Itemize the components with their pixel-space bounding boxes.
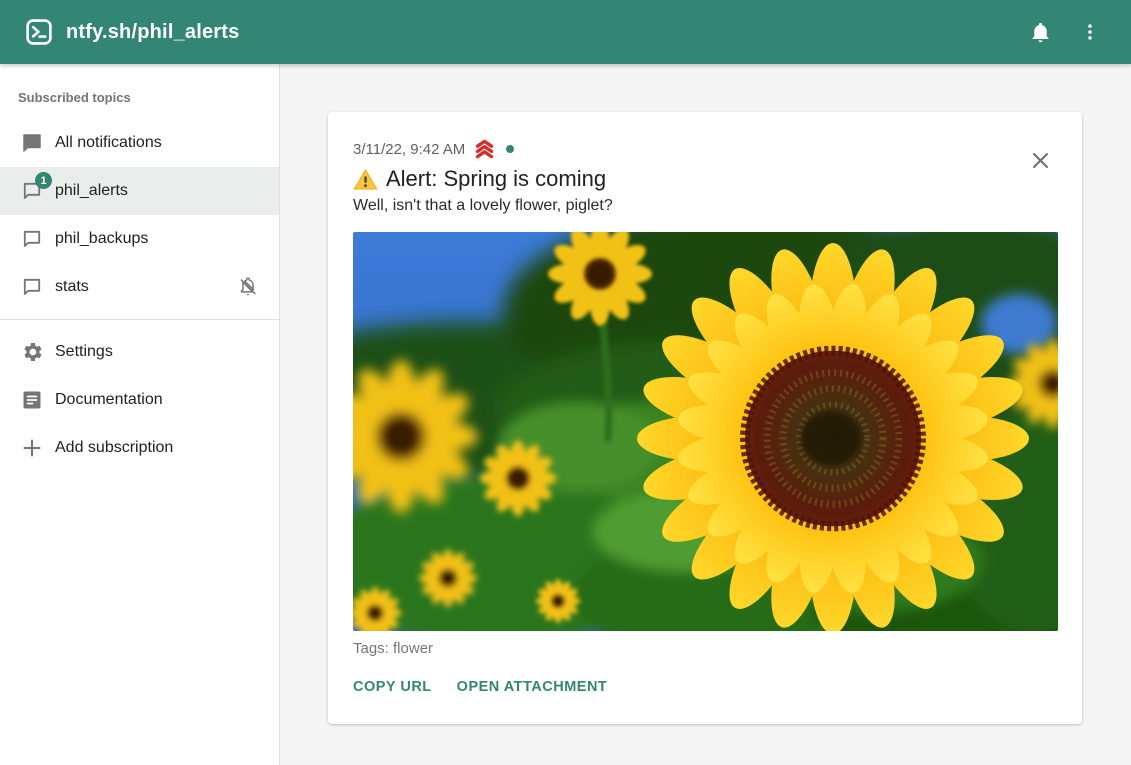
open-attachment-button[interactable]: OPEN ATTACHMENT [457,670,608,704]
gear-icon [20,340,44,364]
bell-off-icon [237,276,259,298]
close-icon [1031,151,1050,170]
sidebar-item-settings[interactable]: Settings [0,328,279,376]
bell-icon [1029,21,1052,44]
sidebar: Subscribed topics All notifications 1 ph… [0,64,280,765]
plus-icon [20,436,44,460]
page-title: ntfy.sh/phil_alerts [66,21,239,44]
priority-max-icon [473,138,496,160]
main-content: 3/11/22, 9:42 AM Alert: Spring is coming… [280,64,1131,765]
notification-tags: Tags: flower [353,640,1058,657]
notification-card: 3/11/22, 9:42 AM Alert: Spring is coming… [328,112,1082,724]
sidebar-item-label: Add subscription [55,439,173,457]
sidebar-item-label: All notifications [55,134,162,152]
attachment-image[interactable] [353,232,1058,631]
sidebar-item-stats[interactable]: stats [0,263,279,311]
sidebar-item-all-notifications[interactable]: All notifications [0,119,279,167]
notifications-mute-button[interactable] [1019,11,1061,53]
notification-title: Alert: Spring is coming [386,166,606,192]
sidebar-item-add-subscription[interactable]: Add subscription [0,424,279,472]
sidebar-item-documentation[interactable]: Documentation [0,376,279,424]
kebab-menu-icon [1080,22,1100,42]
chat-outline-icon [20,227,44,251]
chat-outline-icon: 1 [20,179,44,203]
warning-icon [353,168,378,191]
notification-timestamp: 3/11/22, 9:42 AM [353,141,465,158]
close-notification-button[interactable] [1022,142,1058,178]
document-icon [20,388,44,412]
chat-outline-icon [20,275,44,299]
copy-url-button[interactable]: COPY URL [353,670,432,704]
notification-meta-row: 3/11/22, 9:42 AM [353,138,1058,160]
notification-actions: COPY URL OPEN ATTACHMENT [353,670,1058,704]
subscribed-topics-label: Subscribed topics [0,64,279,119]
notification-body: Well, isn't that a lovely flower, piglet… [353,197,1058,215]
sidebar-item-label: phil_alerts [55,182,128,200]
unread-count-badge: 1 [35,172,52,189]
app-bar: ntfy.sh/phil_alerts [0,0,1131,64]
overflow-menu-button[interactable] [1069,11,1111,53]
sidebar-item-label: Documentation [55,391,163,409]
sidebar-item-label: stats [55,278,89,296]
notification-title-row: Alert: Spring is coming [353,166,1058,192]
chat-filled-icon [20,131,44,155]
sidebar-item-label: phil_backups [55,230,148,248]
green-dot [506,145,514,153]
sidebar-item-phil-backups[interactable]: phil_backups [0,215,279,263]
terminal-logo-icon [26,19,52,45]
sidebar-item-label: Settings [55,343,113,361]
sidebar-item-phil-alerts[interactable]: 1 phil_alerts [0,167,279,215]
sidebar-divider [0,319,279,320]
